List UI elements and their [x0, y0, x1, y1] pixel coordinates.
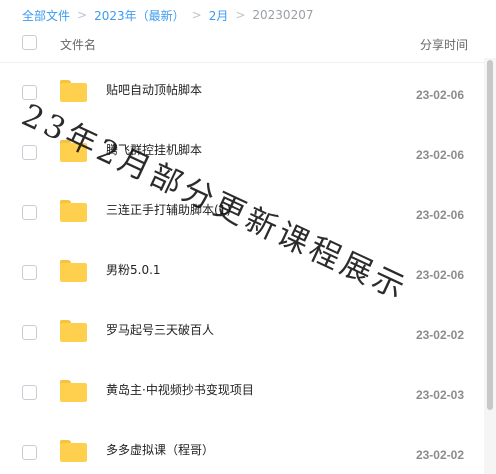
- row-checkbox[interactable]: [22, 385, 37, 400]
- share-date: 23-02-02: [415, 448, 464, 462]
- row-checkbox[interactable]: [22, 325, 37, 340]
- file-row[interactable]: 男粉5.0.1 23-02-06: [0, 243, 484, 303]
- file-name[interactable]: 多多虚拟课（程哥）: [106, 441, 214, 458]
- file-list: 贴吧自动顶帖脚本 23-02-06 腾飞群控挂机脚本 23-02-06 三连正手…: [0, 63, 484, 474]
- chevron-right-icon: >: [191, 8, 202, 22]
- folder-icon: [60, 140, 87, 162]
- file-row[interactable]: 三连正手打辅助脚本(1) 23-02-06: [0, 183, 484, 243]
- select-all-checkbox[interactable]: [22, 35, 37, 50]
- file-name[interactable]: 贴吧自动顶帖脚本: [106, 81, 202, 98]
- file-row[interactable]: 腾飞群控挂机脚本 23-02-06: [0, 123, 484, 183]
- column-header-share-time[interactable]: 分享时间: [420, 36, 468, 53]
- column-header-name[interactable]: 文件名: [60, 36, 96, 53]
- file-name[interactable]: 黄岛主·中视频抄书变现项目: [106, 381, 254, 398]
- chevron-right-icon: >: [235, 8, 246, 22]
- file-name[interactable]: 罗马起号三天破百人: [106, 321, 214, 338]
- breadcrumb-current: 20230207: [252, 8, 314, 22]
- share-date: 23-02-06: [415, 148, 464, 162]
- share-date: 23-02-06: [415, 88, 464, 102]
- row-checkbox[interactable]: [22, 265, 37, 280]
- row-checkbox[interactable]: [22, 445, 37, 460]
- file-row[interactable]: 罗马起号三天破百人 23-02-02: [0, 303, 484, 363]
- share-date: 23-02-03: [415, 388, 464, 402]
- share-date: 23-02-02: [415, 328, 464, 342]
- folder-icon: [60, 200, 87, 222]
- folder-icon: [60, 80, 87, 102]
- file-name[interactable]: 腾飞群控挂机脚本: [106, 141, 202, 158]
- file-name[interactable]: 男粉5.0.1: [106, 261, 161, 278]
- breadcrumb: 全部文件 > 2023年（最新） > 2月 > 20230207: [22, 6, 313, 24]
- vertical-scrollbar[interactable]: [484, 58, 496, 474]
- row-checkbox[interactable]: [22, 85, 37, 100]
- share-date: 23-02-06: [415, 268, 464, 282]
- file-row[interactable]: 贴吧自动顶帖脚本 23-02-06: [0, 63, 484, 123]
- file-row[interactable]: 黄岛主·中视频抄书变现项目 23-02-03: [0, 363, 484, 423]
- file-list-header: 文件名 分享时间: [0, 28, 484, 58]
- row-checkbox[interactable]: [22, 205, 37, 220]
- folder-icon: [60, 260, 87, 282]
- chevron-right-icon: >: [77, 8, 88, 22]
- folder-icon: [60, 380, 87, 402]
- scrollbar-thumb[interactable]: [487, 60, 493, 410]
- file-row[interactable]: 多多虚拟课（程哥） 23-02-02: [0, 423, 484, 474]
- breadcrumb-all-files[interactable]: 全部文件: [22, 7, 70, 24]
- folder-icon: [60, 320, 87, 342]
- breadcrumb-2023[interactable]: 2023年（最新）: [94, 7, 185, 24]
- folder-icon: [60, 440, 87, 462]
- file-name[interactable]: 三连正手打辅助脚本(1): [106, 201, 231, 218]
- breadcrumb-february[interactable]: 2月: [209, 7, 229, 24]
- row-checkbox[interactable]: [22, 145, 37, 160]
- share-date: 23-02-06: [415, 208, 464, 222]
